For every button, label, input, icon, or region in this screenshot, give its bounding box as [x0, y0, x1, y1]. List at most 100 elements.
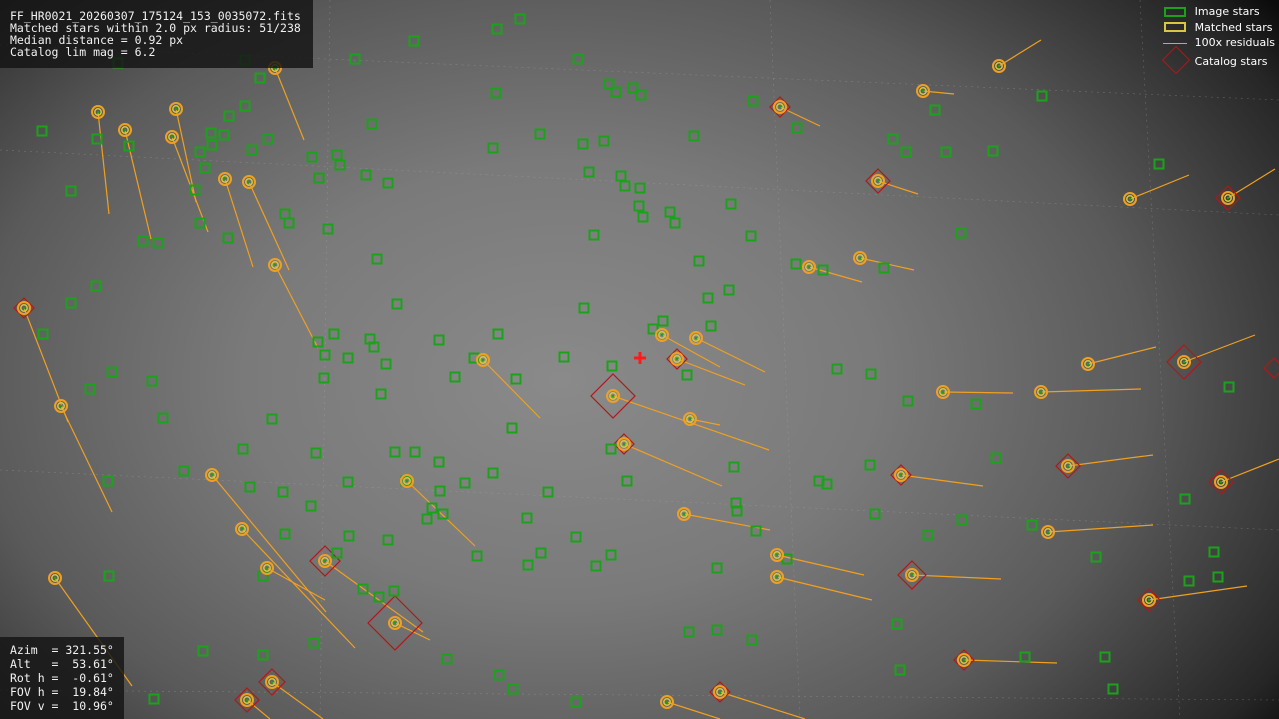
image-star — [987, 145, 999, 157]
image-star — [205, 127, 217, 139]
image-star — [583, 166, 595, 178]
green-square-icon — [1163, 5, 1189, 19]
residual-line — [97, 111, 110, 215]
image-star — [380, 358, 392, 370]
rotation-text: Rot h = -0.61° — [10, 671, 114, 685]
image-star — [437, 508, 449, 520]
image-star — [490, 87, 502, 99]
image-star — [434, 485, 446, 497]
image-star — [711, 624, 723, 636]
residual-line — [623, 443, 723, 487]
image-star — [371, 253, 383, 265]
image-star — [510, 373, 522, 385]
image-star — [688, 130, 700, 142]
image-star — [746, 634, 758, 646]
image-star — [900, 146, 912, 158]
image-star — [572, 53, 584, 65]
image-star — [218, 129, 230, 141]
residual-line — [1129, 174, 1190, 200]
image-star — [598, 135, 610, 147]
matched-star — [1081, 357, 1095, 371]
image-star — [791, 122, 803, 134]
catalog-limit-text: Catalog lim mag = 6.2 — [10, 45, 156, 59]
image-star — [493, 669, 505, 681]
image-star — [459, 477, 471, 489]
grid-line — [1139, 0, 1181, 719]
matched-star — [48, 571, 62, 585]
image-star — [577, 138, 589, 150]
matched-star — [773, 100, 787, 114]
matched-star — [1214, 475, 1228, 489]
legend-image-stars: Image stars — [1163, 4, 1275, 20]
image-star — [194, 146, 206, 158]
image-star — [391, 298, 403, 310]
matched-star — [802, 260, 816, 274]
image-star — [902, 395, 914, 407]
image-star — [487, 467, 499, 479]
image-star — [669, 217, 681, 229]
image-star — [65, 297, 77, 309]
image-star — [334, 159, 346, 171]
matched-star — [265, 675, 279, 689]
matched-star — [677, 507, 691, 521]
image-star — [137, 235, 149, 247]
matched-star — [242, 175, 256, 189]
legend-catalog-stars: Catalog stars — [1161, 45, 1275, 74]
image-star — [831, 363, 843, 375]
matched-star — [992, 59, 1006, 73]
image-star — [570, 696, 582, 708]
residual-line — [482, 359, 541, 419]
image-star — [487, 142, 499, 154]
image-star — [349, 53, 361, 65]
image-star — [507, 683, 519, 695]
image-star — [433, 334, 445, 346]
image-star — [305, 500, 317, 512]
image-star — [702, 292, 714, 304]
image-star — [103, 570, 115, 582]
residual-line — [266, 567, 326, 601]
residual-line — [1067, 454, 1154, 467]
image-star — [514, 13, 526, 25]
image-star — [308, 637, 320, 649]
matched-star — [660, 695, 674, 709]
image-star — [382, 534, 394, 546]
image-star — [1179, 493, 1191, 505]
pointing-info-panel: Azim = 321.55° Alt = 53.61° Rot h = -0.61°… — [0, 637, 124, 719]
image-star — [683, 626, 695, 638]
residual-line — [963, 659, 1058, 664]
grid-line — [0, 469, 1279, 531]
image-star — [1090, 551, 1102, 563]
residual-line — [1040, 388, 1142, 393]
image-star — [433, 456, 445, 468]
image-star — [956, 514, 968, 526]
image-star — [681, 369, 693, 381]
image-star — [865, 368, 877, 380]
residual-line — [900, 474, 984, 487]
image-star — [725, 198, 737, 210]
image-star — [522, 559, 534, 571]
matched-star — [1221, 191, 1235, 205]
image-star — [279, 208, 291, 220]
image-star — [449, 371, 461, 383]
image-star — [257, 649, 269, 661]
matched-star — [388, 616, 402, 630]
matched-star — [1123, 192, 1137, 206]
image-star — [36, 125, 48, 137]
image-star — [244, 481, 256, 493]
image-star — [279, 528, 291, 540]
image-star — [657, 315, 669, 327]
image-star — [878, 262, 890, 274]
image-star — [1019, 651, 1031, 663]
image-star — [590, 560, 602, 572]
image-star — [693, 255, 705, 267]
image-star — [664, 206, 676, 218]
image-star — [955, 227, 967, 239]
image-star — [1153, 158, 1165, 170]
matched-star — [670, 352, 684, 366]
image-star — [1099, 651, 1111, 663]
matched-star — [770, 548, 784, 562]
image-star — [940, 146, 952, 158]
image-star — [266, 413, 278, 425]
image-star — [283, 217, 295, 229]
image-star — [790, 258, 802, 270]
